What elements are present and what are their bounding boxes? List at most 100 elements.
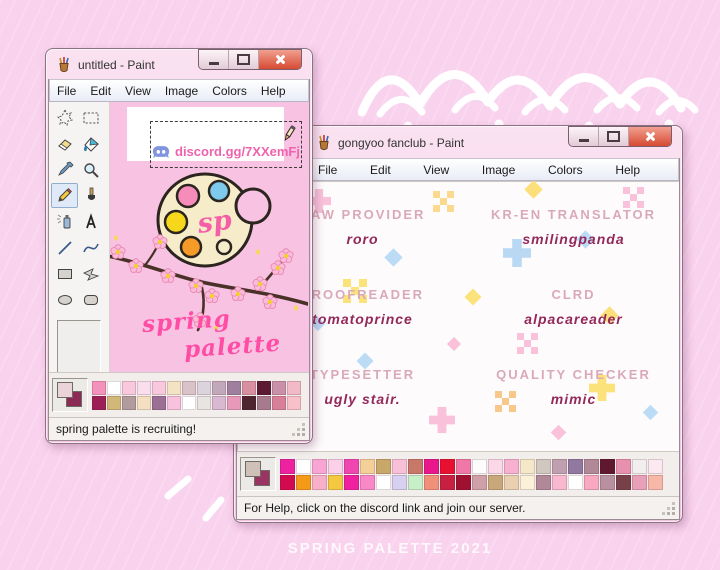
color-swatch[interactable] [424, 474, 439, 490]
color-swatch[interactable] [648, 458, 663, 474]
color-swatch[interactable] [408, 458, 423, 474]
menu-item-help[interactable]: Help [254, 84, 293, 98]
resize-grip[interactable] [302, 433, 305, 436]
color-swatch[interactable] [584, 458, 599, 474]
color-swatch[interactable] [122, 395, 136, 410]
color-swatch[interactable] [456, 458, 471, 474]
tool-eraser[interactable] [51, 131, 78, 156]
color-swatch[interactable] [536, 458, 551, 474]
color-swatch[interactable] [167, 380, 181, 395]
tool-rounded-rectangle[interactable] [77, 287, 104, 312]
tool-polygon[interactable] [77, 261, 104, 286]
close-button[interactable] [259, 50, 301, 69]
menu-item-file[interactable]: File [50, 84, 83, 98]
color-swatch[interactable] [197, 395, 211, 410]
color-swatch[interactable] [197, 380, 211, 395]
tool-curve[interactable] [77, 235, 104, 260]
color-swatch[interactable] [152, 380, 166, 395]
color-swatch[interactable] [242, 380, 256, 395]
color-swatch[interactable] [182, 380, 196, 395]
color-swatch[interactable] [600, 474, 615, 490]
color-swatch[interactable] [376, 474, 391, 490]
color-swatch[interactable] [312, 474, 327, 490]
color-swatch[interactable] [107, 395, 121, 410]
foreground-color-swatch[interactable] [57, 382, 73, 398]
tool-line[interactable] [51, 235, 78, 260]
color-swatch[interactable] [504, 458, 519, 474]
color-swatch[interactable] [472, 458, 487, 474]
color-swatch[interactable] [296, 474, 311, 490]
color-swatch[interactable] [242, 395, 256, 410]
minimize-button[interactable] [569, 127, 599, 146]
color-swatch[interactable] [632, 474, 647, 490]
color-swatch[interactable] [344, 474, 359, 490]
color-swatch[interactable] [212, 395, 226, 410]
menu-item-colors[interactable]: Colors [205, 84, 254, 98]
close-button[interactable] [629, 127, 671, 146]
color-swatch[interactable] [360, 458, 375, 474]
color-swatch[interactable] [360, 474, 375, 490]
menu-item-image[interactable]: Image [482, 163, 515, 177]
color-swatch[interactable] [488, 458, 503, 474]
color-swatch[interactable] [648, 474, 663, 490]
color-swatch[interactable] [137, 395, 151, 410]
foreground-color-swatch[interactable] [245, 461, 261, 477]
color-swatch[interactable] [600, 458, 615, 474]
tool-select[interactable] [77, 105, 104, 130]
color-swatch[interactable] [257, 395, 271, 410]
color-swatch[interactable] [92, 395, 106, 410]
color-swatch[interactable] [212, 380, 226, 395]
tool-text[interactable] [77, 209, 104, 234]
foreground-background-colors[interactable] [240, 457, 276, 491]
color-swatch[interactable] [272, 395, 286, 410]
color-swatch[interactable] [392, 458, 407, 474]
tool-brush[interactable] [77, 183, 104, 208]
color-swatch[interactable] [287, 395, 301, 410]
color-swatch[interactable] [504, 474, 519, 490]
color-swatch[interactable] [584, 474, 599, 490]
color-swatch[interactable] [107, 380, 121, 395]
tool-fill-with-color[interactable] [77, 131, 104, 156]
color-swatch[interactable] [520, 458, 535, 474]
menu-item-colors[interactable]: Colors [548, 163, 583, 177]
color-swatch[interactable] [408, 474, 423, 490]
tool-pencil[interactable] [51, 183, 78, 208]
color-swatch[interactable] [520, 474, 535, 490]
color-swatch[interactable] [472, 474, 487, 490]
minimize-button[interactable] [199, 50, 229, 69]
color-swatch[interactable] [456, 474, 471, 490]
color-swatch[interactable] [167, 395, 181, 410]
tool-free-form-select[interactable] [51, 105, 78, 130]
color-swatch[interactable] [287, 380, 301, 395]
maximize-button[interactable] [599, 127, 629, 146]
color-swatch[interactable] [440, 458, 455, 474]
menu-item-view[interactable]: View [423, 163, 449, 177]
color-swatch[interactable] [280, 458, 295, 474]
menu-item-edit[interactable]: Edit [83, 84, 118, 98]
tool-magnifier[interactable] [77, 157, 104, 182]
menu-item-image[interactable]: Image [158, 84, 205, 98]
color-swatch[interactable] [536, 474, 551, 490]
left-titlebar[interactable]: untitled - Paint [48, 49, 310, 79]
color-swatch[interactable] [392, 474, 407, 490]
color-swatch[interactable] [182, 395, 196, 410]
menu-item-view[interactable]: View [118, 84, 158, 98]
drawing-canvas[interactable]: discord.gg/7XXemFj sp spring palette [110, 102, 309, 372]
menu-item-file[interactable]: File [318, 163, 337, 177]
maximize-button[interactable] [229, 50, 259, 69]
tool-airbrush[interactable] [51, 209, 78, 234]
color-swatch[interactable] [424, 458, 439, 474]
color-swatch[interactable] [257, 380, 271, 395]
color-swatch[interactable] [376, 458, 391, 474]
color-swatch[interactable] [92, 380, 106, 395]
color-swatch[interactable] [152, 395, 166, 410]
color-swatch[interactable] [440, 474, 455, 490]
resize-grip[interactable] [672, 512, 675, 515]
color-swatch[interactable] [488, 474, 503, 490]
tool-rectangle[interactable] [51, 261, 78, 286]
menu-item-edit[interactable]: Edit [370, 163, 391, 177]
color-swatch[interactable] [552, 474, 567, 490]
color-swatch[interactable] [616, 458, 631, 474]
foreground-background-colors[interactable] [52, 378, 88, 412]
color-swatch[interactable] [344, 458, 359, 474]
